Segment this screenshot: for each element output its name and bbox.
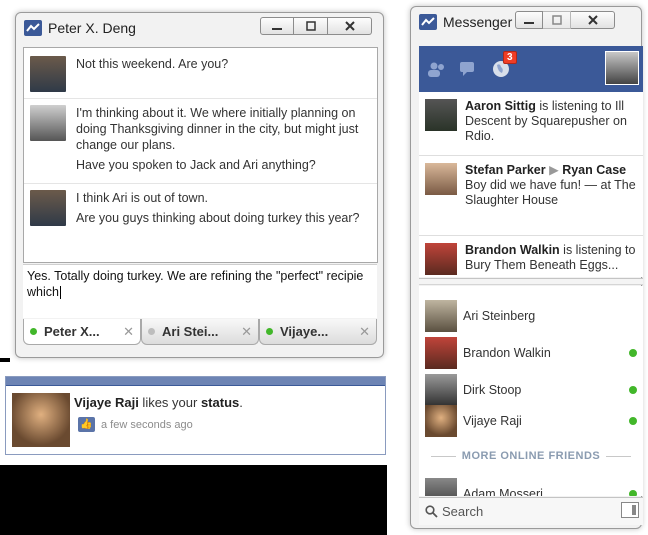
messages-icon[interactable] bbox=[459, 59, 479, 79]
notification-header-bar bbox=[6, 377, 385, 386]
friend-avatar bbox=[30, 105, 66, 141]
online-status-icon bbox=[629, 386, 637, 394]
tab-ari[interactable]: Ari Stei... ✕ bbox=[141, 319, 259, 345]
message-text: Are you guys thinking about doing turkey… bbox=[76, 211, 360, 225]
online-status-icon bbox=[629, 490, 637, 496]
peter-avatar bbox=[30, 56, 66, 92]
close-button[interactable] bbox=[571, 11, 615, 29]
close-button[interactable] bbox=[328, 17, 372, 35]
online-status-icon bbox=[629, 349, 637, 357]
brandon-avatar bbox=[425, 243, 457, 275]
message-thread: Not this weekend. Are you? I'm thinking … bbox=[23, 47, 378, 263]
message-input[interactable]: Yes. Totally doing turkey. We are refini… bbox=[23, 264, 377, 318]
message-text: Not this weekend. Are you? bbox=[76, 57, 229, 71]
close-tab-icon[interactable]: ✕ bbox=[241, 324, 252, 340]
more-friends-label: MORE ONLINE FRIENDS bbox=[461, 450, 601, 462]
tab-label: Peter X... bbox=[44, 324, 100, 339]
friend-name: Ari Steinberg bbox=[463, 309, 536, 323]
vijaye-avatar bbox=[12, 393, 70, 447]
notification-period: . bbox=[239, 395, 243, 410]
arrow-icon: ▶ bbox=[549, 163, 559, 177]
tab-peter[interactable]: Peter X... ✕ bbox=[23, 319, 141, 345]
more-online-friends-header: MORE ONLINE FRIENDS bbox=[425, 450, 637, 462]
dock-toggle-button[interactable] bbox=[621, 502, 639, 518]
chat-window: Peter X. Deng Not this weekend. Are you?… bbox=[15, 12, 384, 358]
friend-avatar bbox=[425, 374, 457, 406]
ticker-resize-handle[interactable] bbox=[419, 278, 643, 285]
message: Not this weekend. Are you? bbox=[24, 48, 377, 99]
notification-object[interactable]: status bbox=[201, 395, 239, 410]
chat-title: Peter X. Deng bbox=[48, 20, 136, 36]
ticker-item[interactable]: Brandon Walkin is listening to Bury Them… bbox=[419, 236, 643, 277]
profile-avatar[interactable] bbox=[605, 51, 639, 85]
chat-tabs: Peter X... ✕ Ari Stei... ✕ Vijaye... ✕ bbox=[23, 319, 377, 347]
friend-avatar bbox=[425, 337, 457, 369]
divider bbox=[0, 358, 10, 362]
messenger-logo-icon bbox=[419, 14, 437, 30]
friend-item[interactable]: Adam Mosseri bbox=[425, 478, 637, 496]
online-status-icon bbox=[30, 328, 37, 335]
friend-item[interactable]: Dirk Stoop bbox=[425, 374, 637, 406]
friend-avatar bbox=[425, 300, 457, 332]
friend-name: Vijaye Raji bbox=[463, 414, 522, 428]
messenger-logo-icon bbox=[24, 20, 42, 36]
ticker-name[interactable]: Brandon Walkin bbox=[465, 243, 560, 257]
friend-avatar bbox=[425, 405, 457, 437]
friend-name: Dirk Stoop bbox=[463, 383, 522, 397]
message-text: I think Ari is out of town. bbox=[76, 191, 209, 205]
ticker-item[interactable]: Aaron Sittig is listening to Ill Descent… bbox=[419, 92, 643, 156]
friend-requests-icon[interactable] bbox=[427, 59, 447, 79]
close-tab-icon[interactable]: ✕ bbox=[123, 324, 134, 340]
notifications-globe-icon[interactable]: 3 bbox=[491, 51, 517, 79]
close-tab-icon[interactable]: ✕ bbox=[359, 324, 370, 340]
notification-timestamp: a few seconds ago bbox=[101, 418, 193, 431]
message: I think Ari is out of town. Are you guys… bbox=[24, 184, 377, 236]
notification-toast[interactable]: Vijaye Raji likes your status. 👍 a few s… bbox=[5, 376, 386, 455]
text-caret bbox=[59, 286, 61, 300]
idle-status-icon bbox=[148, 328, 155, 335]
friend-item[interactable]: Brandon Walkin bbox=[425, 337, 637, 369]
notification-time: 👍 a few seconds ago bbox=[78, 417, 193, 432]
aaron-avatar bbox=[425, 99, 457, 131]
ticker: Aaron Sittig is listening to Ill Descent… bbox=[419, 92, 643, 277]
ticker-name[interactable]: Ryan Case bbox=[562, 163, 626, 177]
minimize-button[interactable] bbox=[260, 17, 294, 35]
notification-text: Vijaye Raji likes your status. bbox=[74, 395, 243, 410]
ticker-item[interactable]: Stefan Parker ▶ Ryan Case Boy did we hav… bbox=[419, 156, 643, 236]
ticker-name[interactable]: Aaron Sittig bbox=[465, 99, 536, 113]
ticker-text: Boy did we have fun! — at The Slaughter … bbox=[465, 178, 636, 207]
ticker-name[interactable]: Stefan Parker bbox=[465, 163, 546, 177]
compose-text: Yes. Totally doing turkey. We are refini… bbox=[27, 269, 364, 299]
search-icon bbox=[425, 505, 438, 518]
tab-label: Vijaye... bbox=[280, 324, 329, 339]
notification-actor[interactable]: Vijaye Raji bbox=[74, 395, 139, 410]
friend-item[interactable]: Ari Steinberg bbox=[425, 300, 637, 332]
stefan-avatar bbox=[425, 163, 457, 195]
notification-verb: likes your bbox=[138, 395, 201, 410]
online-friends-list: Ari Steinberg Brandon Walkin Dirk Stoop … bbox=[419, 286, 643, 496]
jewel-bar: 3 bbox=[419, 46, 643, 92]
message: I'm thinking about it. We where initiall… bbox=[24, 99, 377, 184]
message-text: Have you spoken to Jack and Ari anything… bbox=[76, 158, 316, 172]
like-icon: 👍 bbox=[78, 417, 95, 432]
message-text: I'm thinking about it. We where initiall… bbox=[76, 106, 359, 152]
search-bar[interactable]: Search bbox=[419, 497, 643, 525]
maximize-button bbox=[543, 11, 571, 29]
tab-vijaye[interactable]: Vijaye... ✕ bbox=[259, 319, 377, 345]
friend-avatar bbox=[425, 478, 457, 496]
friend-item[interactable]: Vijaye Raji bbox=[425, 405, 637, 437]
messenger-title: Messenger bbox=[443, 14, 513, 30]
minimize-button[interactable] bbox=[515, 11, 543, 29]
online-status-icon bbox=[629, 417, 637, 425]
messenger-window: Messenger 3 Aaron Sittig is listening to… bbox=[410, 6, 643, 529]
black-area bbox=[0, 465, 387, 535]
search-label: Search bbox=[442, 504, 484, 519]
friend-name: Adam Mosseri bbox=[463, 487, 543, 496]
friend-name: Brandon Walkin bbox=[463, 346, 551, 360]
notification-count-badge: 3 bbox=[503, 51, 517, 64]
maximize-button[interactable] bbox=[294, 17, 328, 35]
tab-label: Ari Stei... bbox=[162, 324, 219, 339]
peter-avatar bbox=[30, 190, 66, 226]
online-status-icon bbox=[266, 328, 273, 335]
